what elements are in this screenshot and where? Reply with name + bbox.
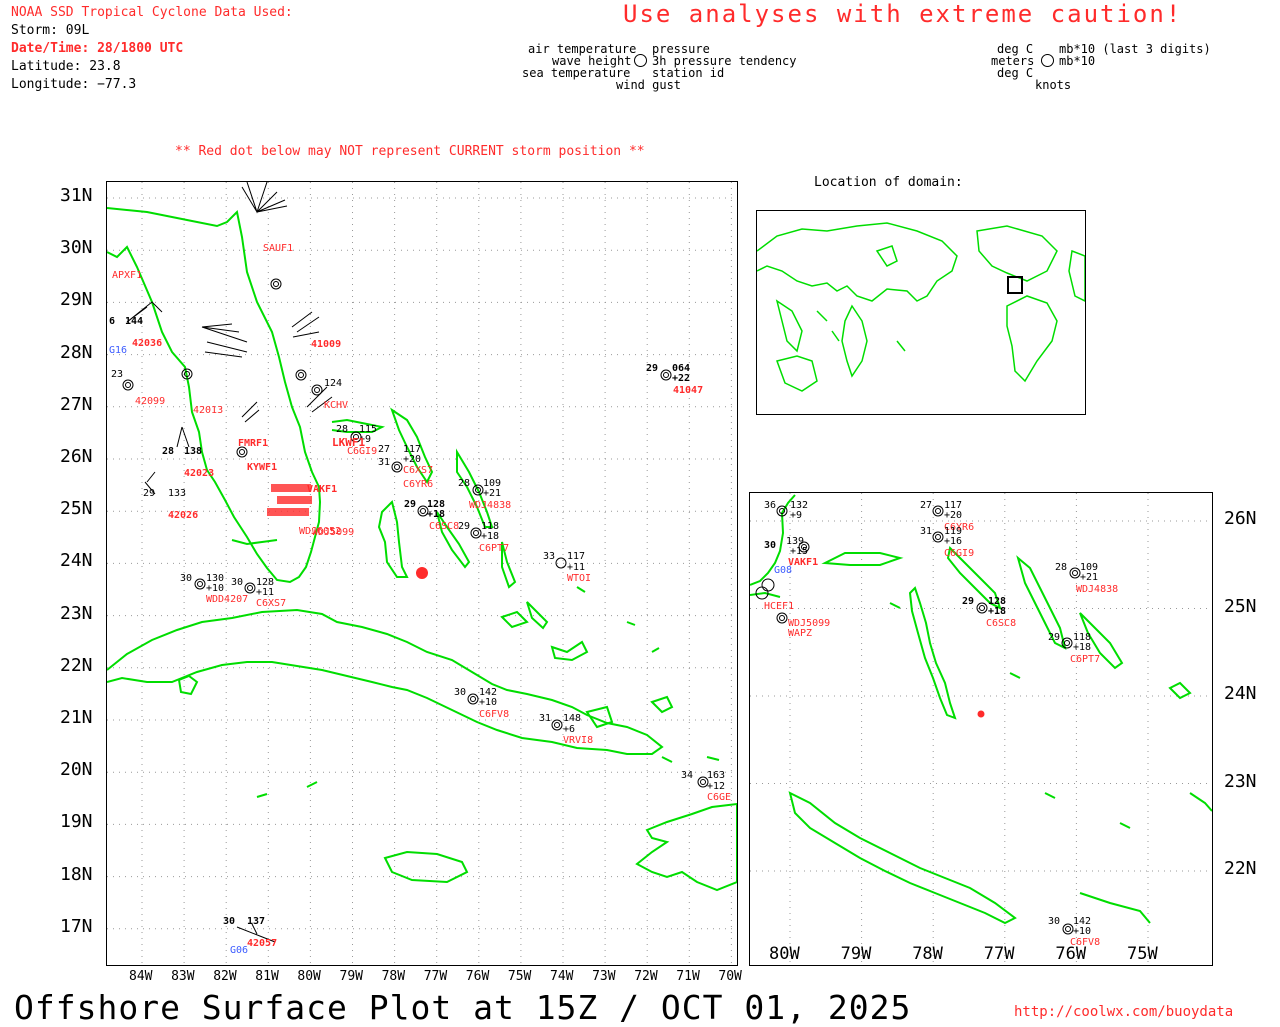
- legend-deg-c-2: deg C: [997, 66, 1034, 80]
- zoom-lon-label: 78W: [912, 944, 943, 964]
- inset-title: Location of domain:: [814, 175, 963, 190]
- main-lon-label: 75W: [507, 969, 532, 984]
- station-42026: 42026: [168, 510, 199, 521]
- station-apxf1: APXF1: [112, 270, 143, 281]
- station-c6yr6: C6XS7: [403, 465, 434, 476]
- station-42057: 42057: [247, 938, 278, 949]
- source-label: NOAA SSD Tropical Cyclone Data Used:: [11, 5, 293, 20]
- main-lat-label: 23N: [60, 602, 93, 624]
- wind-barbs: [126, 182, 333, 943]
- main-lat-label: 18N: [60, 863, 93, 885]
- station-42099: 42099: [135, 396, 166, 407]
- main-map-canvas: [107, 182, 737, 965]
- legend-mb10: mb*10: [1059, 54, 1096, 68]
- station-fmrf1: FMRF1: [238, 438, 269, 449]
- main-lon-label: 83W: [171, 969, 195, 984]
- zoom-lon-label: 79W: [840, 944, 872, 964]
- main-lat-label: 21N: [60, 707, 93, 728]
- station-c6gi9: C6YR6: [403, 479, 434, 490]
- domain-box: [1007, 276, 1023, 294]
- station-vrvi8: VRVI8: [563, 735, 594, 746]
- legend-sea-temp: sea temperature: [522, 66, 631, 80]
- station-41009: 41009: [311, 339, 342, 350]
- main-lon-label: 72W: [634, 969, 658, 984]
- main-lon-label: 74W: [550, 969, 574, 984]
- station-42013: 42013: [193, 405, 224, 416]
- station-wtoi: WTOI: [567, 573, 592, 584]
- main-lon-label: 77W: [423, 969, 448, 984]
- zoom-coastline: [750, 494, 1212, 925]
- latitude-label: Latitude: 23.8: [11, 59, 121, 74]
- coastline: [107, 207, 737, 892]
- main-lat-label: 17N: [60, 915, 93, 937]
- main-lon-label: 80W: [297, 969, 321, 984]
- main-lat-label: 24N: [60, 550, 93, 572]
- station-c6fv8: C6FV8: [479, 709, 510, 720]
- station-kywf1: KYWF1: [247, 462, 278, 473]
- station-lkwf1: LKWF1: [332, 436, 366, 449]
- zoom-lon-label: 80W: [769, 944, 800, 964]
- zoom-map-canvas: [750, 493, 1212, 965]
- world-map-canvas: [757, 222, 1085, 392]
- station-c6ge: C6GE: [707, 792, 732, 803]
- station-c6pt7: C6PT7: [479, 543, 510, 554]
- station-circle-icon: [634, 54, 647, 67]
- main-lon-label: 84W: [129, 969, 153, 984]
- main-lon-label: 70W: [718, 969, 742, 984]
- main-lat-label: 25N: [60, 498, 93, 520]
- station-sauf1: SAUF1: [263, 243, 294, 254]
- station-41047: 41047: [673, 385, 704, 396]
- zoom-lon-label: 75W: [1127, 944, 1158, 964]
- zoom-lat-label: 24N: [1224, 683, 1257, 704]
- main-lat-label: 19N: [60, 811, 93, 833]
- main-lon-label: 81W: [255, 969, 279, 984]
- main-lat-label: 29N: [60, 289, 93, 311]
- zoom-lon-label: 77W: [983, 944, 1015, 964]
- main-lat-label: 26N: [60, 446, 93, 467]
- main-lon-label: 71W: [676, 969, 700, 984]
- zoom-storm-dot: [977, 710, 985, 718]
- storm-label: Storm: 09L: [11, 23, 90, 38]
- zoom-lon-label: 76W: [1055, 944, 1087, 964]
- main-lon-label: 82W: [213, 969, 237, 984]
- storm-position-note: ** Red dot below may NOT represent CURRE…: [175, 144, 645, 159]
- station-wapz: WDJ5099: [312, 527, 355, 538]
- legend-wind-gust: wind gust: [616, 78, 682, 92]
- world-inset-map: [756, 210, 1086, 415]
- main-lon-label: 76W: [465, 969, 490, 984]
- main-map[interactable]: 29 064 +22 41047 33 117 +11 WTOI 31 148 …: [106, 181, 738, 966]
- station-circle-icon-2: [1041, 54, 1054, 67]
- station-wdj4838: WDJ4838: [469, 500, 512, 511]
- plot-title: Offshore Surface Plot at 15Z / OCT 01, 2…: [14, 988, 912, 1027]
- main-lon-label: 79W: [339, 969, 363, 984]
- source-url[interactable]: http://coolwx.com/buoydata: [1014, 1004, 1233, 1020]
- main-lat-label: 28N: [60, 341, 93, 363]
- caution-banner: Use analyses with extreme caution!: [623, 0, 1183, 28]
- station-42023: 42023: [184, 468, 215, 479]
- station-wdd4207: C6XS7: [256, 598, 287, 609]
- main-lat-label: 30N: [60, 237, 93, 259]
- main-lon-label: 73W: [592, 969, 616, 984]
- longitude-label: Longitude: −77.3: [11, 77, 137, 92]
- station-42036: 42036: [132, 338, 163, 349]
- zoom-lat-label: 22N: [1224, 858, 1257, 879]
- main-lat-label: 22N: [60, 654, 93, 676]
- legend-knots: knots: [1035, 78, 1072, 92]
- station-kchv: KCHV: [324, 400, 349, 411]
- main-lat-label: 31N: [60, 185, 93, 206]
- station-cluster: [267, 482, 317, 527]
- storm-position-dot: [416, 567, 428, 579]
- zoom-map[interactable]: 36 132 +9 27 117 +20 C6YR6 31 119 +16 C6…: [749, 492, 1213, 966]
- main-lon-label: 78W: [381, 969, 406, 984]
- station-c6xs7: WDD4207: [206, 594, 249, 605]
- datetime-label: Date/Time: 28/1800 UTC: [11, 41, 184, 56]
- main-lat-label: 27N: [60, 393, 93, 415]
- zoom-lat-label: 26N: [1224, 508, 1257, 529]
- station-markers: [122, 278, 709, 788]
- main-lat-label: 20N: [60, 759, 93, 781]
- station-c6sc8: C6SC8: [429, 521, 460, 532]
- zoom-lat-label: 25N: [1224, 595, 1257, 617]
- zoom-lat-label: 23N: [1224, 770, 1257, 792]
